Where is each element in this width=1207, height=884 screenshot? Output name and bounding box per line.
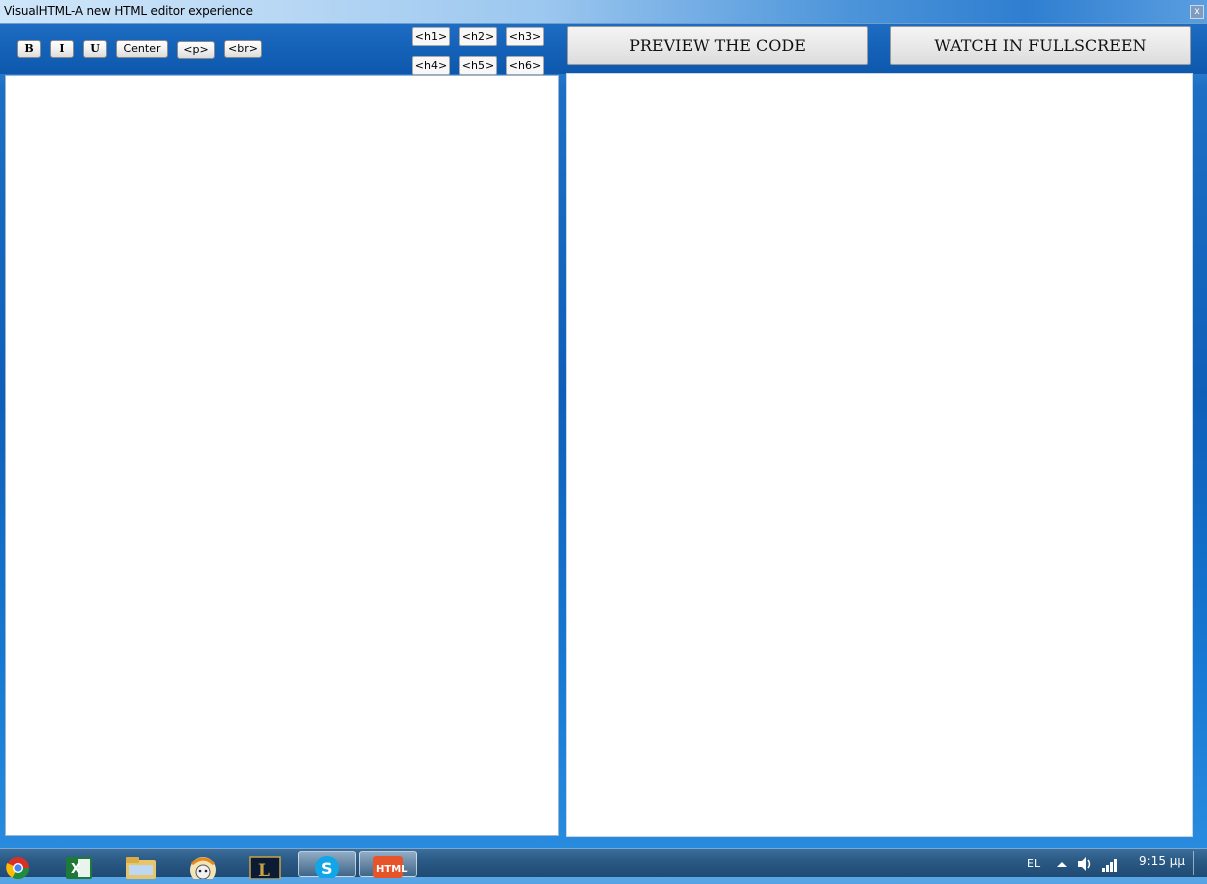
h1-button[interactable]: <h1> — [412, 27, 450, 46]
center-button[interactable]: Center — [116, 40, 168, 58]
close-button[interactable]: x — [1190, 5, 1204, 19]
start-button[interactable] — [0, 851, 40, 879]
file-explorer-icon — [126, 857, 156, 879]
bold-button[interactable]: B — [17, 40, 41, 58]
svg-text:X: X — [71, 862, 81, 877]
svg-text:L: L — [258, 861, 270, 879]
line-break-button[interactable]: <br> — [224, 40, 262, 58]
h3-button[interactable]: <h3> — [506, 27, 544, 46]
h2-button[interactable]: <h2> — [459, 27, 497, 46]
h4-button[interactable]: <h4> — [412, 56, 450, 75]
html-code-editor[interactable] — [5, 75, 559, 836]
network-icon[interactable] — [1100, 855, 1120, 873]
skype-taskbar-button[interactable]: S — [298, 851, 356, 880]
show-desktop-button[interactable] — [1193, 851, 1206, 875]
italic-button[interactable]: I — [50, 40, 74, 58]
chrome-icon — [6, 857, 29, 879]
preview-code-button[interactable]: PREVIEW THE CODE — [567, 26, 868, 65]
language-indicator[interactable]: EL — [1027, 857, 1040, 870]
league-icon: L — [249, 856, 281, 881]
visualhtml-taskbar-button[interactable]: HTML — [359, 851, 417, 878]
skype-icon: S — [315, 856, 339, 880]
paragraph-button[interactable]: <p> — [177, 41, 215, 59]
h6-button[interactable]: <h6> — [506, 56, 544, 75]
window-title: VisualHTML-A new HTML editor experience — [4, 4, 253, 18]
svg-text:S: S — [321, 859, 333, 878]
preview-pane — [566, 73, 1193, 837]
h5-button[interactable]: <h5> — [459, 56, 497, 75]
excel-icon: X — [66, 857, 92, 879]
html-app-icon: HTML — [373, 856, 408, 878]
league-taskbar-button[interactable]: L — [246, 851, 286, 881]
explorer-taskbar-button[interactable] — [122, 851, 162, 879]
volume-icon[interactable] — [1076, 855, 1094, 873]
clock-time[interactable]: 9:15 μμ — [1139, 854, 1185, 868]
watch-fullscreen-button[interactable]: WATCH IN FULLSCREEN — [890, 26, 1191, 65]
underline-button[interactable]: U — [83, 40, 107, 58]
sheep-icon — [190, 857, 216, 883]
title-bar: VisualHTML-A new HTML editor experience … — [0, 0, 1207, 24]
excel-taskbar-button[interactable]: X — [60, 851, 100, 879]
svg-text:HTML: HTML — [376, 864, 408, 875]
sheep-app-taskbar-button[interactable] — [184, 851, 224, 883]
show-hidden-icons-icon[interactable] — [1055, 859, 1069, 869]
taskbar: X L S HTML EL 9:15 μμ — [0, 848, 1207, 883]
